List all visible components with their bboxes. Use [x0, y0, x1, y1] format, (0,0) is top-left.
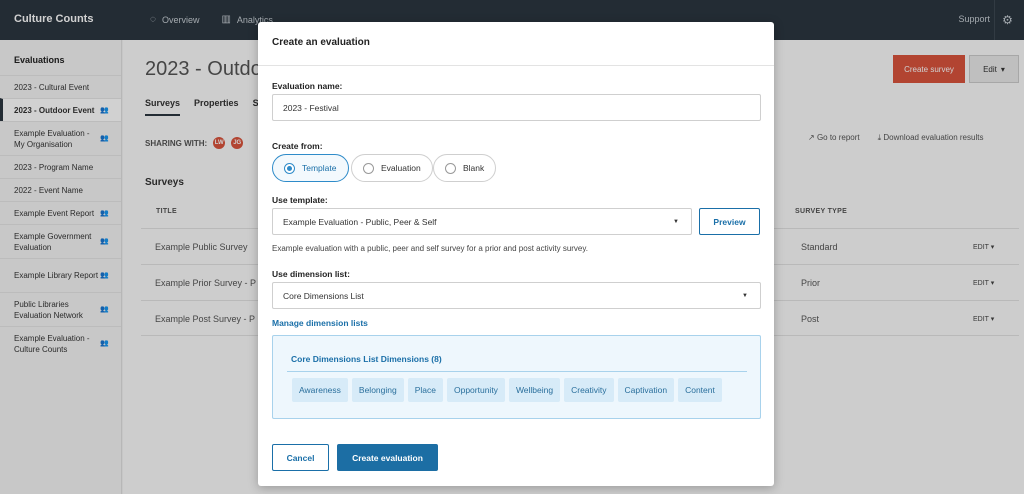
- dimension-chip: Wellbeing: [508, 378, 561, 402]
- dropdown-arrow-icon: ▼: [742, 293, 748, 299]
- create-from-blank-option[interactable]: Blank: [433, 154, 497, 182]
- divider: [287, 371, 747, 372]
- radio-icon: [445, 162, 456, 174]
- create-from-evaluation-option[interactable]: Evaluation: [351, 154, 433, 182]
- evaluation-name-input[interactable]: 2023 - Festival: [272, 94, 761, 121]
- dropdown-arrow-icon: ▼: [673, 219, 679, 225]
- evaluation-name-label: Evaluation name:: [272, 81, 343, 91]
- template-select[interactable]: Example Evaluation - Public, Peer & Self…: [272, 208, 692, 235]
- dimension-list-selected-value: Core Dimensions List: [283, 291, 364, 301]
- option-label: Template: [302, 163, 337, 173]
- dimensions-title: Core Dimensions List Dimensions (8): [291, 354, 442, 364]
- template-description: Example evaluation with a public, peer a…: [272, 244, 589, 253]
- dimension-chip: Captivation: [617, 378, 675, 402]
- dimension-chip: Content: [678, 378, 722, 402]
- radio-selected-icon: [284, 162, 295, 174]
- manage-dimension-lists-link[interactable]: Manage dimension lists: [272, 318, 368, 328]
- cancel-button[interactable]: Cancel: [272, 444, 329, 471]
- create-evaluation-modal: Create an evaluation Evaluation name: 20…: [258, 22, 774, 486]
- option-label: Blank: [463, 163, 485, 173]
- dimension-chip: Opportunity: [446, 378, 505, 402]
- create-from-label: Create from:: [272, 141, 323, 151]
- use-template-label: Use template:: [272, 195, 328, 205]
- create-from-template-option[interactable]: Template: [272, 154, 349, 182]
- option-label: Evaluation: [381, 163, 421, 173]
- radio-icon: [363, 162, 374, 174]
- dimension-chip: Belonging: [351, 378, 404, 402]
- dimension-chips: Awareness Belonging Place Opportunity We…: [292, 378, 722, 402]
- dimensions-panel: Core Dimensions List Dimensions (8) Awar…: [272, 335, 761, 419]
- create-evaluation-button[interactable]: Create evaluation: [337, 444, 438, 471]
- preview-button[interactable]: Preview: [699, 208, 760, 235]
- modal-title: Create an evaluation: [258, 22, 774, 66]
- template-selected-value: Example Evaluation - Public, Peer & Self: [283, 217, 437, 227]
- dimension-chip: Creativity: [564, 378, 614, 402]
- use-dimension-list-label: Use dimension list:: [272, 269, 350, 279]
- dimension-chip: Awareness: [292, 378, 348, 402]
- dimension-list-select[interactable]: Core Dimensions List ▼: [272, 282, 761, 309]
- dimension-chip: Place: [407, 378, 443, 402]
